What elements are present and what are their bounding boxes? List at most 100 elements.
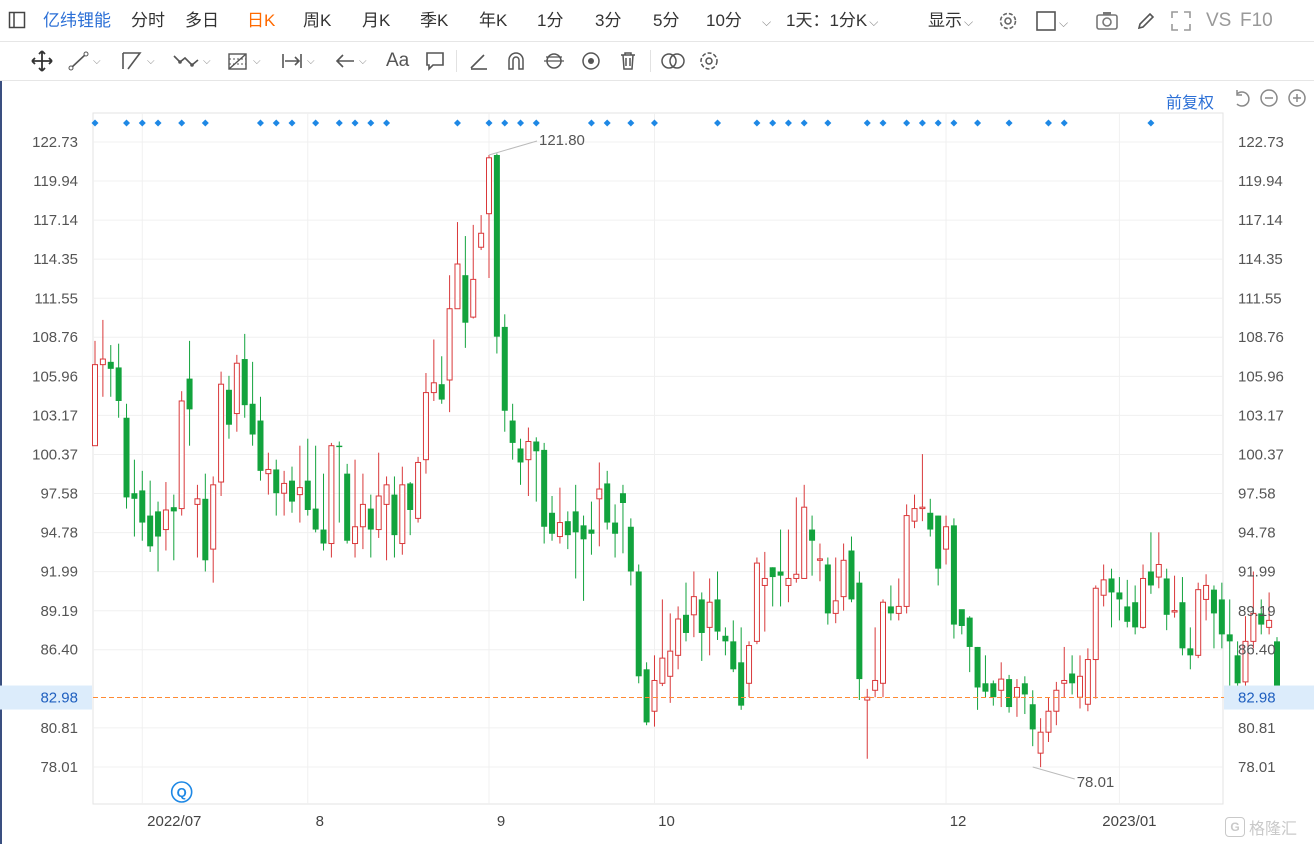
candle-body: [722, 635, 729, 642]
candle-body: [430, 382, 437, 394]
y-tick-left-12: 89.19: [40, 603, 78, 620]
f10-button[interactable]: F10: [1240, 0, 1273, 41]
candle-body: [375, 495, 382, 531]
candle-body: [887, 606, 894, 614]
y-tick-left-14: 80.81: [40, 720, 78, 737]
candle-19: [241, 333, 248, 418]
y-tick-left-9: 97.58: [40, 485, 78, 502]
period-more-chevron-icon[interactable]: ⌵: [760, 0, 771, 41]
move-icon[interactable]: [30, 42, 54, 80]
candle-body: [943, 526, 950, 550]
fib-icon[interactable]: ⌵: [226, 42, 261, 80]
candle-body: [296, 487, 303, 496]
period-tab-8[interactable]: 3分: [595, 0, 621, 41]
candle-81: [730, 620, 737, 673]
candle-77: [698, 592, 705, 661]
candle-46: [454, 222, 461, 310]
candle-body: [730, 641, 737, 670]
period-tab-3[interactable]: 周K: [303, 0, 331, 41]
period-tab-5[interactable]: 季K: [420, 0, 448, 41]
line-icon[interactable]: ⌵: [68, 42, 101, 80]
eye-icon[interactable]: [580, 42, 602, 80]
candle-body: [1195, 589, 1202, 656]
measure-icon[interactable]: ⌵: [280, 42, 315, 80]
pen-icon[interactable]: [1135, 0, 1157, 41]
event-dot-7: [272, 119, 280, 127]
candle-78: [706, 578, 713, 656]
toolbar-settings-icon[interactable]: [698, 42, 720, 80]
period-tab-6[interactable]: 年K: [479, 0, 507, 41]
candle-body: [383, 484, 390, 505]
polyline-icon[interactable]: ⌵: [120, 42, 155, 80]
max-leader-line: [488, 140, 538, 156]
candle-76: [690, 571, 697, 638]
current-price-label-right: 82.98: [1238, 690, 1276, 707]
candle-124: [1069, 655, 1076, 695]
candle-body: [982, 683, 989, 692]
event-dot-37: [1044, 119, 1052, 127]
text-icon[interactable]: Aa: [386, 42, 409, 80]
arrow-icon[interactable]: ⌵: [334, 42, 367, 80]
candle-body: [359, 503, 366, 528]
candle-body: [131, 493, 138, 499]
draw-pen-icon[interactable]: [468, 42, 490, 80]
period-tab-9[interactable]: 5分: [653, 0, 679, 41]
candle-52: [501, 314, 508, 432]
period-tab-10[interactable]: 10分: [706, 0, 742, 41]
candle-body: [627, 526, 634, 572]
candle-body: [1171, 610, 1178, 613]
period-tab-2[interactable]: 日K: [247, 0, 275, 41]
period-tab-0[interactable]: 分时: [131, 0, 165, 41]
event-dot-24: [753, 119, 761, 127]
wave-icon[interactable]: ⌵: [172, 42, 211, 80]
settings-gear-icon[interactable]: [997, 0, 1019, 41]
candlestick-chart[interactable]: 82.98 82.98 121.80 78.01 Q 122.73 122.73 119.9…: [0, 82, 1314, 844]
candle-body: [1210, 589, 1217, 614]
candle-31: [336, 441, 343, 523]
display-select[interactable]: 显示 ⌵: [928, 0, 973, 41]
multi-period-select[interactable]: 1天：1分K ⌵: [786, 0, 878, 41]
layout-square-icon[interactable]: ⌵: [1035, 0, 1068, 41]
compare-icon[interactable]: [660, 42, 686, 80]
sync-icon[interactable]: [542, 42, 566, 80]
trash-icon[interactable]: [617, 42, 639, 80]
note-icon[interactable]: [424, 42, 446, 80]
candle-44: [438, 356, 445, 404]
event-dot-9: [312, 119, 320, 127]
magnet-icon[interactable]: [505, 42, 527, 80]
candle-79: [714, 571, 721, 640]
fullscreen-icon[interactable]: [1170, 0, 1192, 41]
candle-125: [1077, 655, 1083, 709]
candle-112: [974, 646, 981, 710]
y-tick-right-0: 122.73: [1238, 134, 1284, 151]
candle-55: [525, 427, 532, 497]
candle-body: [572, 511, 579, 533]
candle-body: [438, 384, 445, 400]
candle-5: [131, 459, 138, 537]
candle-body: [533, 441, 540, 452]
y-tick-right-1: 119.94: [1238, 173, 1283, 190]
period-tab-4[interactable]: 月K: [362, 0, 390, 41]
event-dot-27: [800, 119, 808, 127]
candle-body: [1266, 619, 1273, 628]
vs-button[interactable]: VS: [1206, 0, 1231, 41]
candle-body: [1155, 563, 1162, 578]
candle-126: [1084, 648, 1091, 712]
candle-43: [430, 339, 437, 401]
camera-icon[interactable]: [1095, 0, 1119, 41]
min-leader-line: [1032, 766, 1075, 780]
period-tab-7[interactable]: 1分: [537, 0, 563, 41]
candle-body: [257, 420, 264, 471]
candle-body: [462, 275, 469, 323]
candle-body: [651, 679, 658, 712]
candle-83: [746, 641, 753, 698]
candle-body: [225, 389, 232, 425]
candle-7: [147, 480, 154, 552]
event-dot-16: [501, 119, 509, 127]
watermark-text: 格隆汇: [1249, 821, 1298, 838]
stock-name[interactable]: 亿纬锂能: [43, 0, 111, 41]
candle-34: [359, 473, 366, 550]
candle-body: [501, 326, 508, 411]
period-tab-1[interactable]: 多日: [185, 0, 219, 41]
sidebar-toggle-icon[interactable]: [8, 0, 26, 41]
